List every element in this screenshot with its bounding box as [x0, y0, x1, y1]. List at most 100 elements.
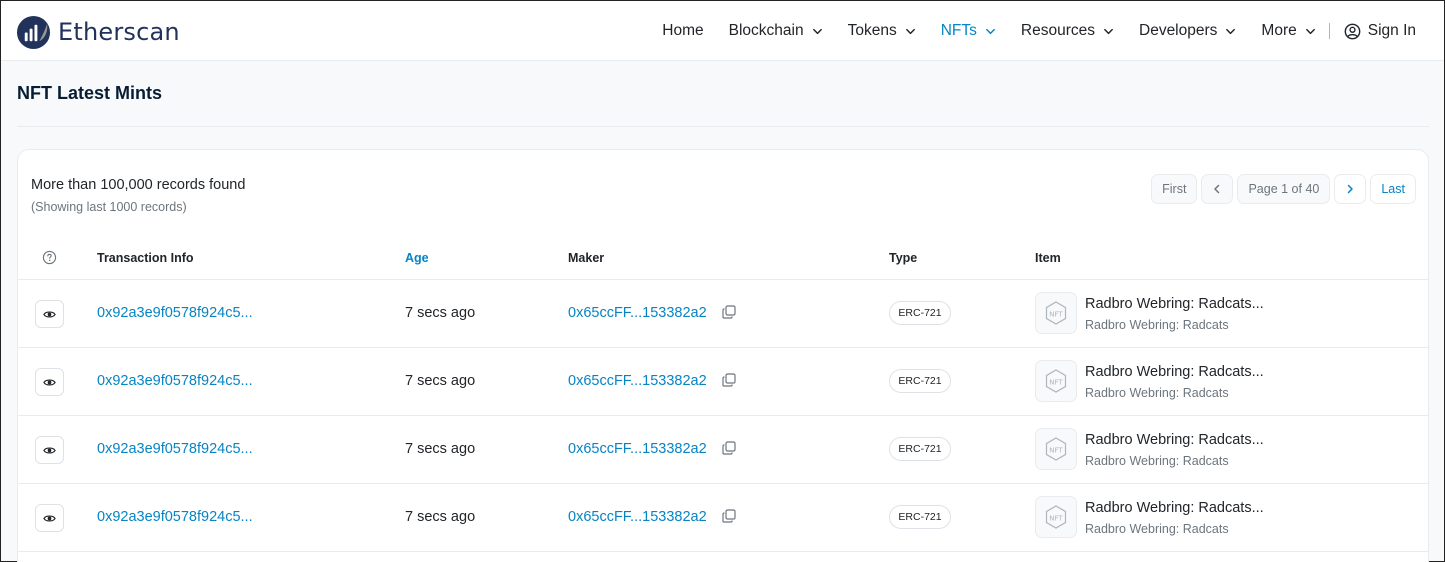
chevron-down-icon [986, 28, 995, 34]
nav-developers[interactable]: Developers [1139, 22, 1236, 40]
nav-divider [1328, 23, 1330, 39]
tx-hash-link[interactable]: 0x92a3e9f0578f924c5... [97, 509, 253, 525]
nft-thumbnail[interactable]: NFT [1035, 292, 1077, 334]
svg-text:NFT: NFT [1049, 514, 1063, 522]
maker-address-link[interactable]: 0x65ccFF...153382a2 [568, 305, 707, 321]
nav-tokens[interactable]: Tokens [848, 22, 916, 40]
item-collection: Radbro Webring: Radcats [1085, 318, 1229, 332]
item-name[interactable]: Radbro Webring: Radcats... [1085, 432, 1264, 448]
table-row: 0x92a3e9f0578f924c5... 7 secs ago 0x65cc… [18, 416, 1428, 484]
title-divider [17, 126, 1429, 127]
preview-button[interactable] [35, 368, 64, 396]
maker-address-link[interactable]: 0x65ccFF...153382a2 [568, 373, 707, 389]
brand-name: Etherscan [58, 18, 180, 46]
age-cell: 7 secs ago [405, 509, 476, 525]
header-type: Type [889, 251, 918, 265]
age-cell: 7 secs ago [405, 441, 476, 457]
nav-nfts[interactable]: NFTs [941, 22, 996, 40]
svg-text:NFT: NFT [1049, 310, 1063, 318]
next-page-button[interactable] [1334, 174, 1367, 204]
nav-label: NFTs [940, 22, 977, 39]
token-type-badge: ERC-721 [889, 505, 951, 529]
nav-label: Resources [1020, 22, 1095, 39]
nav-resources[interactable]: Resources [1021, 22, 1114, 40]
nav-label: Blockchain [728, 22, 804, 39]
chevron-right-icon [1348, 184, 1354, 194]
etherscan-logo[interactable]: Etherscan [16, 14, 180, 50]
maker-address-link[interactable]: 0x65ccFF...153382a2 [568, 441, 707, 457]
sign-in-label: Sign In [1367, 22, 1416, 39]
age-cell: 7 secs ago [405, 373, 476, 389]
chevron-down-icon [1104, 28, 1113, 34]
nft-placeholder-icon: NFT [1045, 505, 1067, 529]
copy-icon[interactable] [721, 304, 737, 320]
item-name[interactable]: Radbro Webring: Radcats... [1085, 364, 1264, 380]
table-row: 0x92a3e9f0578f924c5... 7 secs ago 0x65cc… [18, 348, 1428, 416]
nft-thumbnail[interactable]: NFT [1035, 360, 1077, 402]
nav-label: Home [662, 22, 704, 39]
main-nav: Home Blockchain Tokens NFTs Resources De… [662, 1, 1416, 61]
preview-button[interactable] [35, 436, 64, 464]
preview-button[interactable] [35, 300, 64, 328]
eye-icon [43, 378, 56, 386]
etherscan-logo-icon [16, 15, 51, 49]
sign-in-link[interactable]: Sign In [1344, 22, 1416, 40]
preview-button[interactable] [35, 504, 64, 532]
tx-hash-link[interactable]: 0x92a3e9f0578f924c5... [97, 373, 253, 389]
token-type-badge: ERC-721 [889, 301, 951, 325]
tx-hash-link[interactable]: 0x92a3e9f0578f924c5... [97, 441, 253, 457]
chevron-down-icon [1305, 28, 1315, 34]
page-title: NFT Latest Mints [17, 83, 163, 103]
nft-placeholder-icon: NFT [1045, 437, 1067, 461]
item-collection: Radbro Webring: Radcats [1085, 522, 1229, 536]
prev-page-button[interactable] [1201, 174, 1234, 204]
nft-thumbnail[interactable]: NFT [1035, 428, 1077, 470]
header-age[interactable]: Age [405, 251, 429, 265]
nav-label: Developers [1139, 22, 1218, 39]
table-row: 0x92a3e9f0578f924c5... 7 secs ago 0x65cc… [18, 484, 1428, 552]
nav-label: Tokens [847, 22, 897, 39]
question-circle-icon[interactable] [42, 250, 57, 265]
copy-icon[interactable] [721, 508, 737, 524]
nft-placeholder-icon: NFT [1045, 369, 1067, 393]
pagination: First Page 1 of 40 Last [1147, 174, 1416, 204]
copy-icon[interactable] [721, 440, 737, 456]
svg-text:NFT: NFT [1049, 446, 1063, 454]
last-page-button[interactable]: Last [1370, 174, 1416, 204]
mints-card: More than 100,000 records found (Showing… [17, 149, 1429, 562]
item-name[interactable]: Radbro Webring: Radcats... [1085, 296, 1264, 312]
nft-placeholder-icon: NFT [1045, 301, 1067, 325]
maker-address-link[interactable]: 0x65ccFF...153382a2 [568, 509, 707, 525]
token-type-badge: ERC-721 [889, 369, 951, 393]
header-transaction-info: Transaction Info [97, 251, 194, 265]
nav-home[interactable]: Home [662, 22, 703, 40]
age-cell: 7 secs ago [405, 305, 476, 321]
records-count: More than 100,000 records found [31, 177, 246, 193]
header-maker: Maker [568, 251, 605, 265]
chevron-down-icon [905, 28, 915, 34]
eye-icon [43, 310, 56, 318]
eye-icon [43, 446, 56, 454]
chevron-left-icon [1214, 184, 1220, 194]
records-showing: (Showing last 1000 records) [31, 200, 187, 214]
nft-thumbnail[interactable]: NFT [1035, 496, 1077, 538]
token-type-badge: ERC-721 [889, 437, 951, 461]
tx-hash-link[interactable]: 0x92a3e9f0578f924c5... [97, 305, 253, 321]
nav-label: More [1261, 22, 1297, 39]
header-item: Item [1035, 251, 1061, 265]
item-name[interactable]: Radbro Webring: Radcats... [1085, 500, 1264, 516]
item-collection: Radbro Webring: Radcats [1085, 386, 1229, 400]
first-page-button[interactable]: First [1151, 174, 1198, 204]
top-header: Etherscan Home Blockchain Tokens NFTs Re… [1, 1, 1444, 61]
user-circle-icon [1344, 23, 1361, 39]
item-collection: Radbro Webring: Radcats [1085, 454, 1229, 468]
svg-text:NFT: NFT [1049, 378, 1063, 386]
nav-blockchain[interactable]: Blockchain [729, 22, 823, 40]
table-row: 0x92a3e9f0578f924c5... 7 secs ago 0x65cc… [18, 280, 1428, 348]
chevron-down-icon [812, 28, 822, 34]
eye-icon [43, 514, 56, 522]
page-indicator: Page 1 of 40 [1237, 174, 1331, 204]
copy-icon[interactable] [721, 372, 737, 388]
nav-more[interactable]: More [1261, 22, 1315, 40]
table-header: Transaction Info Age Maker Type Item [18, 238, 1428, 280]
